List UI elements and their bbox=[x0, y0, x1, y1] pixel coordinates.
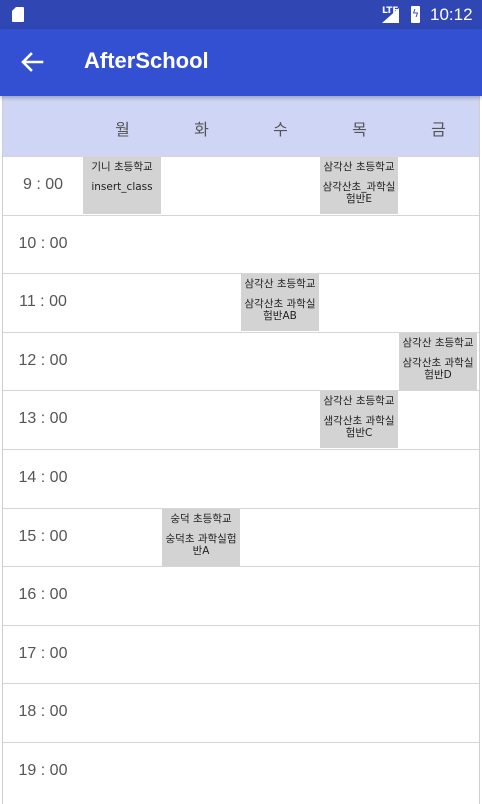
battery-charging-icon bbox=[411, 6, 420, 23]
time-label: 16 : 00 bbox=[18, 586, 68, 604]
time-row: 17 : 00 bbox=[3, 624, 479, 684]
app-title: AfterSchool bbox=[84, 48, 209, 73]
class-cell[interactable]: 삼각산 초등학교샘각산초 과학실험반C bbox=[320, 391, 398, 449]
time-row: 14 : 00 bbox=[3, 449, 479, 508]
class-cell[interactable]: 삼각산 초등학교삼각산초 과학실험반D bbox=[399, 332, 477, 390]
class-cell[interactable]: 기니 초등학교 insert_class bbox=[83, 157, 161, 214]
class-cell[interactable]: 숭덕 초등학교숭덕초 과학실험반A bbox=[162, 508, 240, 566]
day-header: 월화수목금 bbox=[3, 96, 479, 156]
class-school-label: 삼각산 초등학교 bbox=[244, 278, 316, 291]
time-row: 15 : 00 bbox=[3, 507, 479, 567]
class-school-label: 삼각산 초등학교 bbox=[323, 161, 395, 173]
class-school-label: 숭덕 초등학교 bbox=[170, 512, 232, 525]
back-button[interactable] bbox=[16, 46, 48, 78]
class-name-label: insert_class bbox=[91, 181, 153, 193]
day-label: 화 bbox=[194, 120, 209, 139]
time-row: 13 : 00 bbox=[3, 390, 479, 449]
time-row: 9 : 00 bbox=[3, 156, 479, 215]
time-label: 11 : 00 bbox=[19, 293, 67, 311]
day-label: 목 bbox=[352, 120, 367, 139]
class-school-label: 삼각산 초등학교 bbox=[402, 336, 474, 349]
time-label: 14 : 00 bbox=[18, 469, 68, 486]
status-bar: LTE 10:12 bbox=[0, 0, 482, 29]
time-label: 10 : 00 bbox=[18, 234, 68, 252]
day-label: 금 bbox=[431, 120, 446, 139]
day-label: 수 bbox=[273, 120, 288, 139]
class-cell[interactable]: 삼각산 초등학교삼각산초_과학실험반E bbox=[320, 157, 398, 214]
class-name-label: 삼각산초 과학실험반AB bbox=[244, 298, 316, 323]
class-name-label: 삼각산초_과학실험반E bbox=[322, 181, 396, 205]
time-label: 13 : 00 bbox=[18, 410, 68, 428]
network-type: LTE bbox=[382, 6, 399, 16]
time-label: 18 : 00 bbox=[18, 703, 68, 721]
status-time: 10:12 bbox=[430, 5, 473, 24]
arrow-back-icon bbox=[21, 52, 44, 72]
class-school-label: 삼각산 초등학교 bbox=[323, 395, 395, 408]
time-label: 12 : 00 bbox=[18, 351, 68, 369]
class-school-label: 기니 초등학교 bbox=[91, 161, 153, 173]
time-label: 19 : 00 bbox=[18, 762, 68, 779]
time-label: 17 : 00 bbox=[18, 644, 68, 662]
day-label: 월 bbox=[115, 120, 130, 139]
time-label: 9 : 00 bbox=[22, 176, 64, 193]
class-name-label: 샘각산초 과학실험반C bbox=[323, 415, 395, 440]
time-row: 19 : 00 bbox=[3, 742, 479, 801]
class-cell[interactable]: 삼각산 초등학교삼각산초 과학실험반AB bbox=[241, 274, 319, 332]
sd-card-icon bbox=[12, 7, 24, 22]
time-label: 15 : 00 bbox=[18, 527, 68, 545]
time-row: 10 : 00 bbox=[3, 214, 479, 274]
time-row: 18 : 00 bbox=[3, 683, 479, 742]
class-name-label: 숭덕초 과학실험반A bbox=[165, 532, 237, 557]
timetable: 월 화 수 목 금 9 : 00 10 : 00 11 : 00 12 : 00 13 : 00… bbox=[2, 96, 480, 804]
time-row: 16 : 00 bbox=[3, 566, 479, 625]
class-name-label: 삼각산초 과학실험반D bbox=[402, 356, 474, 381]
app-bar: AfterSchool bbox=[0, 29, 482, 96]
